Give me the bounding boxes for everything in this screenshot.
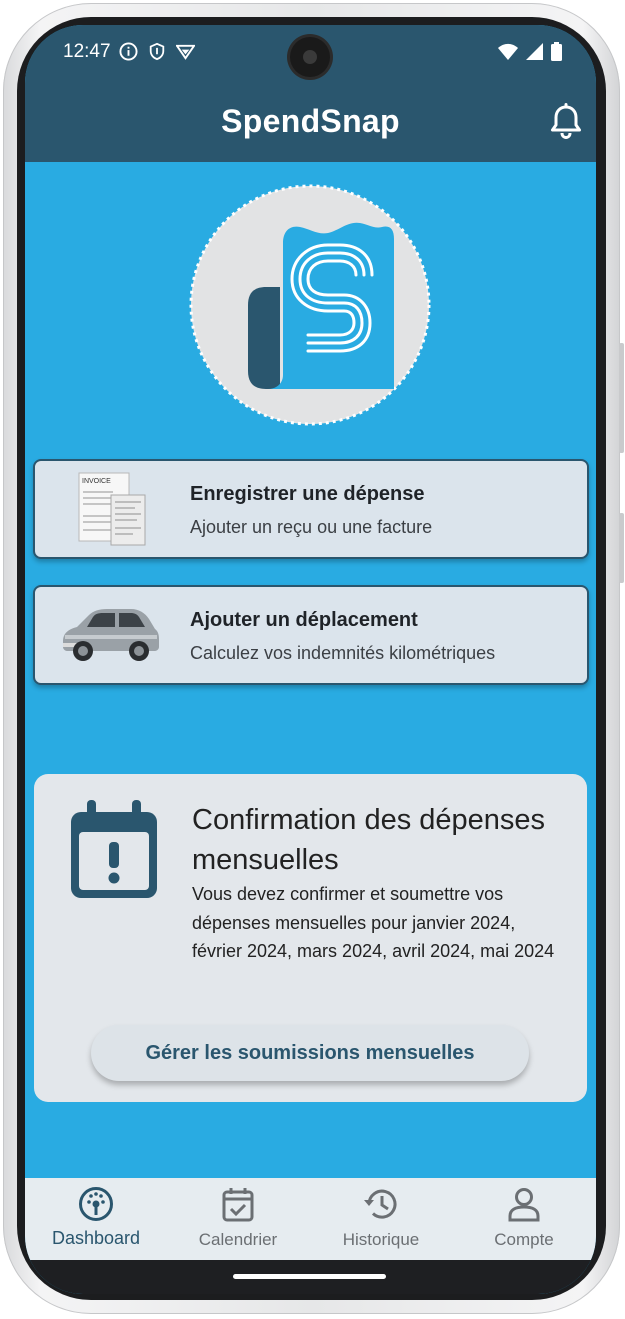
- dashboard-gauge-icon: [79, 1187, 113, 1221]
- nav-compte-label: Compte: [494, 1230, 554, 1249]
- signal-icon: [526, 43, 543, 60]
- battery-icon: [551, 42, 562, 61]
- shield-icon: [149, 42, 165, 61]
- front-camera: [290, 37, 330, 77]
- nav-dashboard[interactable]: Dashboard: [25, 1178, 167, 1260]
- spendsnap-logo: [188, 183, 432, 427]
- screen: 12:47 SpendSnap INVOICE Enregistrer une …: [25, 25, 596, 1294]
- status-time: 12:47: [63, 41, 111, 62]
- vpn-icon: [176, 44, 195, 60]
- app-title: SpendSnap: [221, 103, 400, 139]
- status-icons-right: [498, 42, 562, 61]
- bottom-navigation: Dashboard Calendrier Historique Compte: [25, 1178, 596, 1260]
- nav-compte[interactable]: Compte: [453, 1178, 595, 1260]
- calendar-alert-icon: [71, 800, 157, 898]
- nav-historique[interactable]: Historique: [310, 1178, 452, 1260]
- app-bar: 12:47 SpendSnap: [25, 25, 596, 162]
- add-expense-subtitle: Ajouter un reçu ou une facture: [190, 517, 433, 537]
- history-icon: [364, 1189, 397, 1219]
- info-circle-icon: [119, 42, 138, 61]
- confirmation-text: Vous devez confirmer et soumettre vos dé…: [192, 884, 555, 961]
- nav-calendrier-label: Calendrier: [198, 1230, 278, 1249]
- car-image: [63, 609, 159, 661]
- nav-historique-label: Historique: [342, 1230, 420, 1249]
- home-indicator[interactable]: [233, 1274, 386, 1279]
- add-trip-card[interactable]: Ajouter un déplacement Calculez vos inde…: [33, 585, 589, 685]
- add-expense-card[interactable]: INVOICE Enregistrer une dépense Ajouter …: [33, 459, 589, 559]
- wifi-icon: [498, 43, 518, 60]
- manage-submissions-button[interactable]: Gérer les soumissions mensuelles: [91, 1025, 529, 1081]
- status-icons-left: [119, 42, 195, 61]
- invoice-image: INVOICE: [78, 472, 146, 546]
- add-trip-title: Ajouter un déplacement: [190, 609, 418, 631]
- nav-dashboard-label: Dashboard: [51, 1228, 141, 1248]
- nav-calendrier[interactable]: Calendrier: [167, 1178, 309, 1260]
- invoice-label: INVOICE: [82, 478, 111, 485]
- gesture-bar: [25, 1260, 596, 1294]
- confirmation-title: Confirmation des dépenses mensuelles: [192, 804, 546, 876]
- add-expense-title: Enregistrer une dépense: [190, 483, 425, 505]
- calendar-check-icon: [222, 1188, 254, 1222]
- monthly-confirmation-card: Confirmation des dépenses mensuelles Vou…: [34, 774, 587, 1102]
- account-icon: [508, 1188, 540, 1222]
- bell-icon[interactable]: [549, 103, 583, 139]
- volume-button: [619, 343, 624, 453]
- add-trip-subtitle: Calculez vos indemnités kilométriques: [190, 643, 496, 663]
- power-button: [619, 513, 624, 583]
